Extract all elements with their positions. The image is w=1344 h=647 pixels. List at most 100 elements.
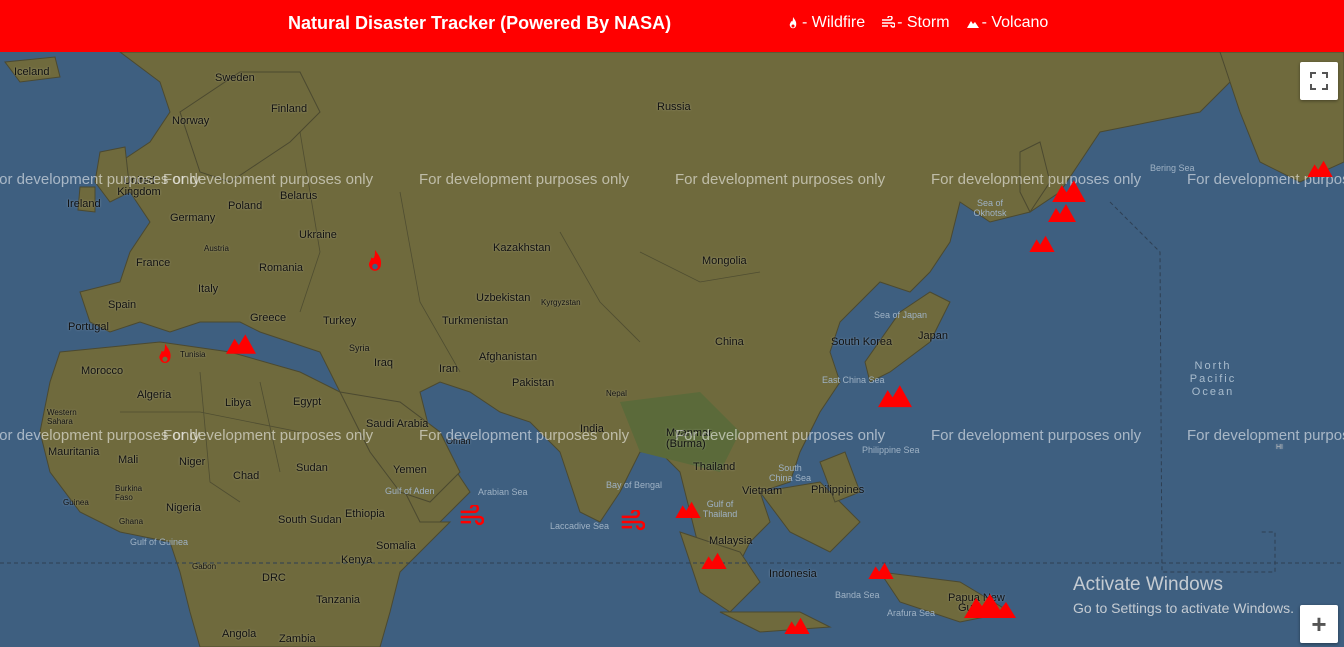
label-afghanistan: Afghanistan	[479, 351, 538, 363]
volcano-icon	[966, 21, 979, 28]
label-ethiopia: Ethiopia	[345, 508, 385, 520]
volcano-icon	[226, 334, 256, 354]
wildfire-marker[interactable]	[153, 342, 177, 366]
storm-marker[interactable]	[458, 505, 484, 529]
label-mali: Mali	[118, 454, 139, 466]
legend-volcano-label: - Volcano	[981, 14, 1049, 31]
sea-aden: Gulf of Aden	[385, 486, 435, 496]
fire-icon	[368, 249, 382, 271]
volcano-marker[interactable]	[1305, 159, 1335, 177]
label-mauritania: Mauritania	[48, 446, 100, 458]
label-greece: Greece	[250, 312, 287, 324]
volcano-icon	[964, 594, 1016, 618]
watermark: For development purposes only	[931, 171, 1142, 188]
label-niger: Niger	[179, 456, 206, 468]
label-austria: Austria	[204, 244, 229, 253]
sea-east-china: East China Sea	[822, 375, 885, 385]
sea-philippine: Philippine Sea	[862, 445, 920, 455]
volcano-marker[interactable]	[1052, 178, 1086, 202]
watermark: For development purposes only	[419, 427, 630, 444]
volcano-icon	[784, 617, 810, 634]
watermark: For development purposes only	[163, 427, 374, 444]
sea-arabian: Arabian Sea	[478, 487, 528, 497]
label-sweden: Sweden	[215, 72, 255, 84]
volcano-marker[interactable]	[782, 616, 812, 634]
label-ghana: Ghana	[119, 517, 144, 526]
watermark: For development purposes only	[675, 427, 886, 444]
label-kazakhstan: Kazakhstan	[493, 242, 551, 254]
volcano-marker[interactable]	[866, 561, 896, 579]
label-gabon: Gabon	[192, 562, 217, 571]
legend-volcano: - Volcano	[966, 14, 1049, 32]
volcano-marker[interactable]	[964, 590, 1016, 618]
volcano-icon	[868, 562, 894, 579]
app-title: Natural Disaster Tracker (Powered By NAS…	[288, 13, 672, 33]
watermark: For development purposes only	[1187, 427, 1344, 444]
legend-wildfire-label: - Wildfire	[802, 14, 866, 31]
volcano-marker[interactable]	[1047, 202, 1077, 222]
legend-wildfire: - Wildfire	[786, 14, 865, 32]
label-egypt: Egypt	[293, 396, 322, 408]
label-vietnam: Vietnam	[742, 485, 783, 497]
label-uzbekistan: Uzbekistan	[476, 292, 531, 304]
label-nepal: Nepal	[606, 389, 627, 398]
storm-marker[interactable]	[619, 510, 645, 534]
sea-banda: Banda Sea	[835, 590, 880, 600]
label-japan: Japan	[918, 330, 948, 342]
fire-icon	[159, 343, 171, 363]
volcano-icon	[878, 385, 912, 408]
label-sudan: Sudan	[296, 462, 328, 474]
app-header: Natural Disaster Tracker (Powered By NAS…	[0, 0, 1344, 52]
activate-title: Activate Windows	[1073, 574, 1223, 595]
volcano-icon	[1029, 235, 1055, 252]
label-indonesia: Indonesia	[769, 568, 817, 580]
label-algeria: Algeria	[137, 389, 172, 401]
label-pakistan: Pakistan	[512, 377, 555, 389]
zoom-in-button[interactable]: +	[1300, 605, 1338, 643]
label-guinea: Guinea	[63, 498, 89, 507]
label-zambia: Zambia	[279, 633, 316, 645]
label-finland: Finland	[271, 103, 308, 115]
volcano-icon	[1052, 180, 1086, 202]
label-burkina-faso: Burkina Faso	[115, 484, 143, 502]
wind-icon	[460, 505, 484, 526]
sea-okhotsk: Sea of Okhotsk	[973, 198, 1007, 218]
label-germany: Germany	[170, 212, 216, 224]
label-romania: Romania	[259, 262, 304, 274]
label-poland: Poland	[228, 200, 263, 212]
volcano-marker[interactable]	[878, 381, 912, 409]
label-turkey: Turkey	[323, 315, 357, 327]
sea-bengal: Bay of Bengal	[606, 480, 663, 490]
volcano-icon	[701, 552, 727, 569]
label-mongolia: Mongolia	[702, 255, 747, 267]
label-iran: Iran	[439, 363, 458, 375]
label-kyrgyzstan: Kyrgyzstan	[541, 298, 581, 307]
wind-icon	[621, 510, 645, 531]
label-thailand: Thailand	[693, 461, 736, 473]
watermark: For development purposes only	[675, 171, 886, 188]
label-drc: DRC	[262, 572, 286, 584]
label-philippines: Philippines	[811, 484, 865, 496]
label-belarus: Belarus	[280, 190, 318, 202]
watermark: For development purposes only	[931, 427, 1142, 444]
label-france: France	[136, 257, 171, 269]
volcano-marker[interactable]	[699, 551, 729, 569]
label-iraq: Iraq	[374, 357, 393, 369]
volcano-icon	[675, 501, 701, 518]
label-south-korea: South Korea	[831, 336, 893, 348]
map-canvas[interactable]: Iceland Sweden Finland Norway Russia Uni…	[0, 52, 1344, 647]
wildfire-marker[interactable]	[362, 248, 388, 274]
volcano-marker[interactable]	[673, 500, 703, 518]
label-nigeria: Nigeria	[166, 502, 201, 514]
legend: - Wildfire - Storm - Volcano	[786, 14, 1048, 32]
ocean-north-pacific: North Pacific Ocean	[1189, 360, 1237, 398]
sea-japan: Sea of Japan	[874, 310, 928, 320]
volcano-icon	[1048, 204, 1076, 222]
volcano-marker[interactable]	[226, 332, 256, 354]
label-south-sudan: South Sudan	[278, 514, 342, 526]
label-malaysia: Malaysia	[709, 535, 753, 547]
legend-storm: - Storm	[881, 14, 950, 32]
fullscreen-button[interactable]	[1300, 62, 1338, 100]
volcano-marker[interactable]	[1028, 234, 1056, 252]
label-tunisia: Tunisia	[180, 350, 206, 359]
